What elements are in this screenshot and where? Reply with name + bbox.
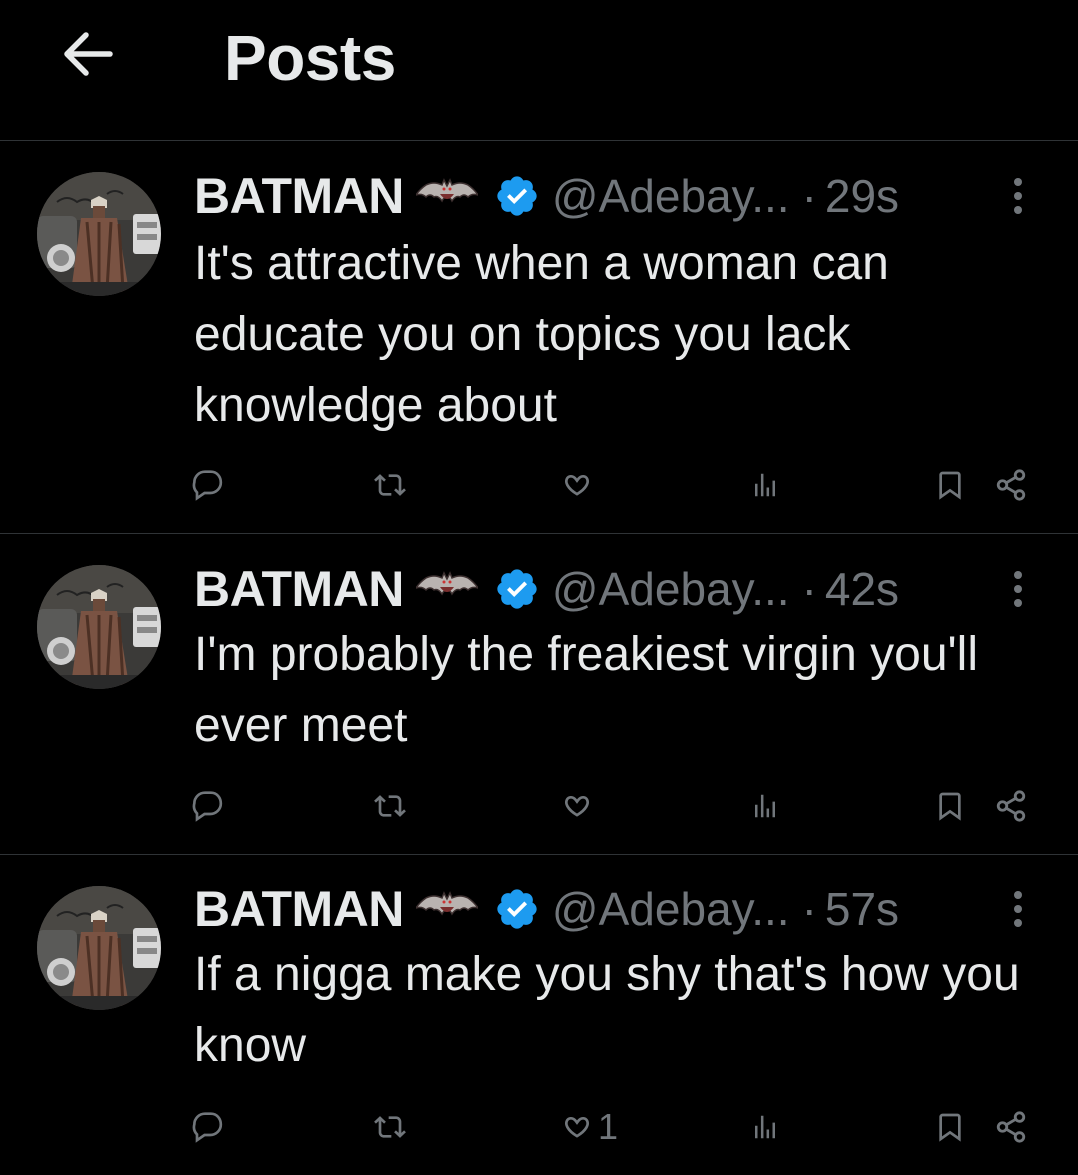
like-count: 1 [598,1106,619,1147]
share-button[interactable] [994,463,1028,507]
reply-button[interactable] [192,784,224,828]
post[interactable]: BATMAN @Adebay... · 29s It's attractive … [0,141,1078,534]
views-button[interactable] [750,784,780,828]
views-chart-icon [755,794,775,818]
bat-emoji-icon [416,178,478,214]
separator-dot: · [801,883,817,935]
bookmark-icon [939,1113,961,1142]
post-timestamp[interactable]: 29s [825,169,899,223]
post[interactable]: BATMAN @Adebay... · 57s If a nigga make … [0,855,1078,1175]
post[interactable]: BATMAN @Adebay... · 42s I'm probably the… [0,534,1078,855]
post-header: BATMAN @Adebay... · 57s [194,881,899,937]
repost-icon [374,1116,406,1138]
reply-icon [192,470,223,501]
repost-icon [374,474,406,496]
repost-button[interactable] [372,463,408,507]
like-button[interactable]: 1 [560,1105,618,1149]
repost-button[interactable] [372,784,408,828]
more-options-button[interactable] [1002,881,1034,937]
user-handle[interactable]: @Adebay... [552,562,790,616]
post-header: BATMAN @Adebay... · 42s [194,561,899,617]
avatar[interactable] [37,565,161,689]
share-icon [996,469,1026,501]
top-bar: Posts [0,0,1078,141]
arrow-left-icon [64,32,113,76]
heart-icon [565,795,589,817]
share-button[interactable] [994,1105,1028,1149]
bookmark-button[interactable] [934,463,966,507]
user-handle[interactable]: @Adebay... [552,169,790,223]
avatar[interactable] [37,172,161,296]
verified-badge-icon[interactable] [494,173,540,219]
back-button[interactable] [56,26,120,82]
repost-button[interactable] [372,1105,408,1149]
reply-button[interactable] [192,1105,224,1149]
bookmark-icon [939,792,961,821]
views-button[interactable] [750,1105,780,1149]
views-chart-icon [755,473,775,497]
verified-badge-icon[interactable] [494,886,540,932]
like-button[interactable] [560,463,598,507]
bookmark-button[interactable] [934,1105,966,1149]
reply-icon [192,1112,223,1143]
share-button[interactable] [994,784,1028,828]
display-name[interactable]: BATMAN [194,880,404,938]
post-text: It's attractive when a woman can educate… [194,237,889,432]
post-text: I'm probably the freakiest virgin you'll… [194,628,979,752]
post-header: BATMAN @Adebay... · 29s [194,168,899,224]
bat-emoji-icon [416,891,478,927]
separator-dot: · [801,563,817,615]
bat-emoji-icon [416,571,478,607]
more-options-button[interactable] [1002,561,1034,617]
more-vertical-icon [1014,891,1022,927]
bookmark-icon [939,471,961,500]
reply-icon [192,791,223,822]
post-timestamp[interactable]: 42s [825,562,899,616]
share-icon [996,1111,1026,1143]
heart-icon [565,474,589,496]
more-options-button[interactable] [1002,168,1034,224]
bookmark-button[interactable] [934,784,966,828]
more-vertical-icon [1014,571,1022,607]
like-button[interactable] [560,784,598,828]
display-name[interactable]: BATMAN [194,167,404,225]
user-handle[interactable]: @Adebay... [552,882,790,936]
share-icon [996,790,1026,822]
post-timestamp[interactable]: 57s [825,882,899,936]
post-text: If a nigga make you shy that's how you k… [194,948,1020,1072]
views-chart-icon [755,1115,775,1139]
display-name[interactable]: BATMAN [194,560,404,618]
avatar[interactable] [37,886,161,1010]
reply-button[interactable] [192,463,224,507]
page-title: Posts [224,22,396,94]
views-button[interactable] [750,463,780,507]
separator-dot: · [801,170,817,222]
heart-icon [565,1116,589,1138]
verified-badge-icon[interactable] [494,566,540,612]
repost-icon [374,795,406,817]
more-vertical-icon [1014,178,1022,214]
